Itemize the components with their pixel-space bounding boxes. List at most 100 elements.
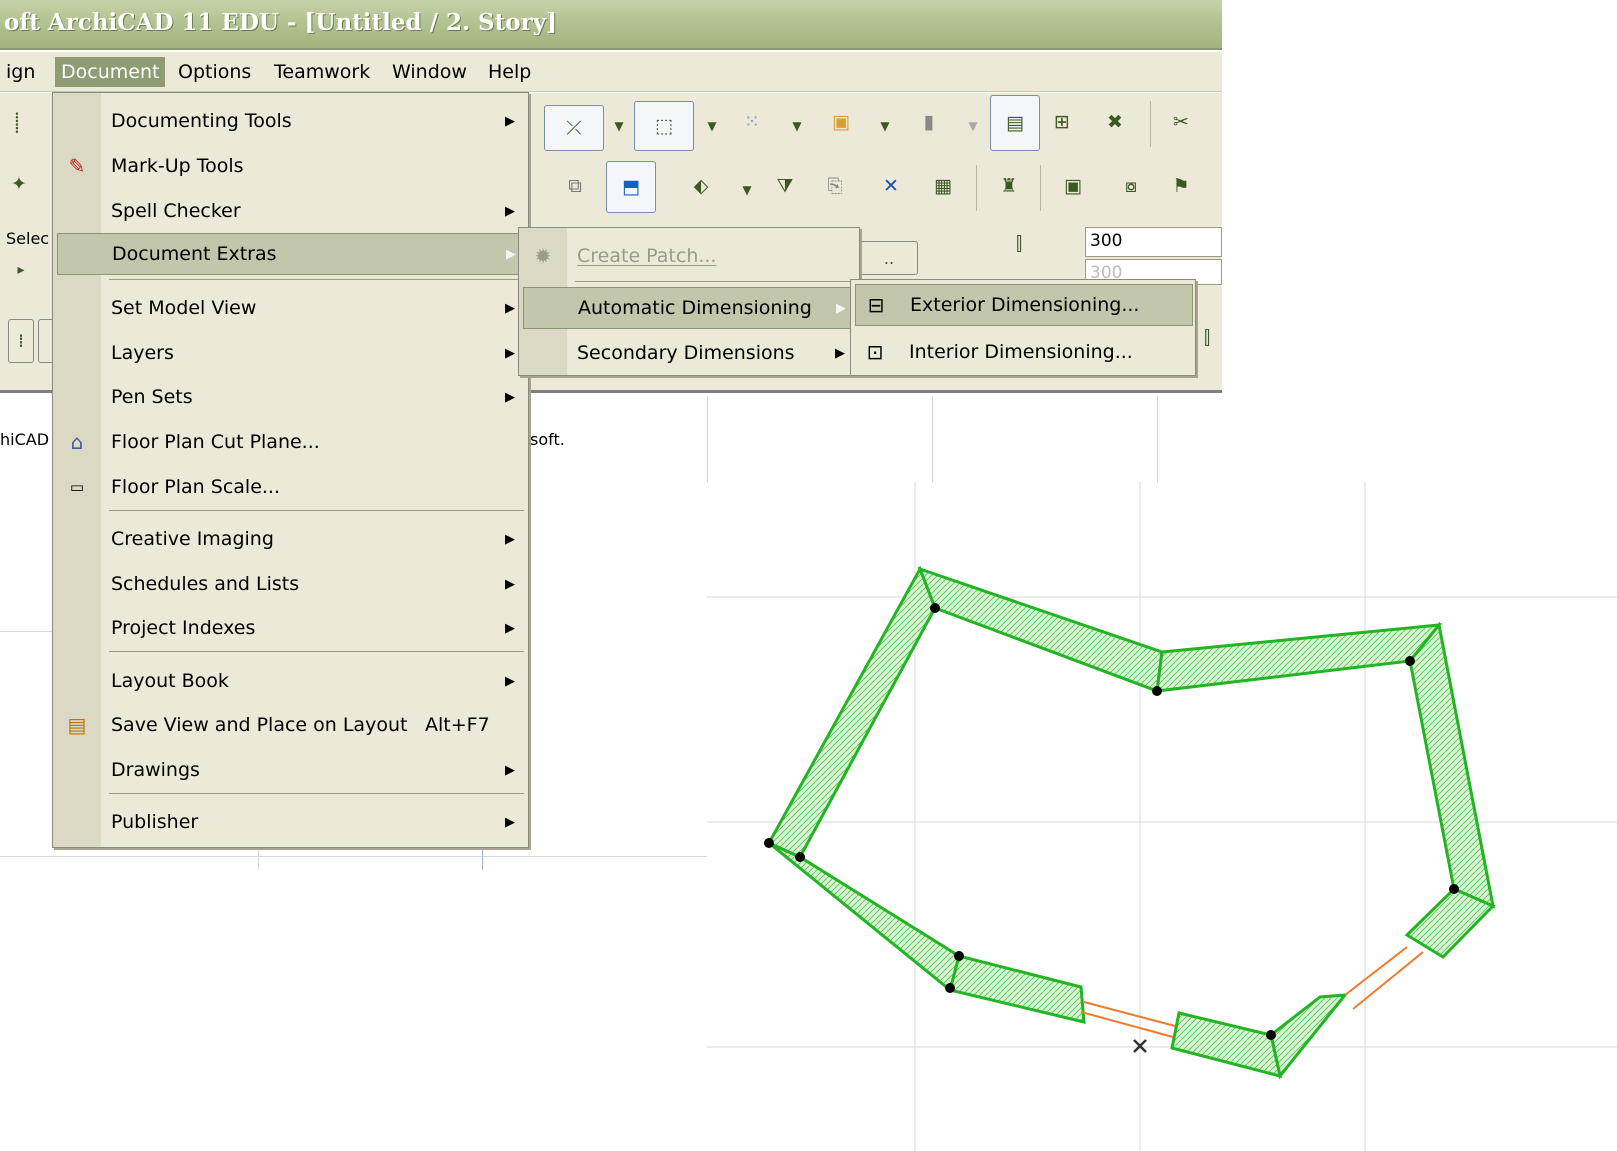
selection-icon[interactable]: ⬚: [634, 101, 694, 151]
menu-item-exterior-dimensioning[interactable]: ⊟ Exterior Dimensioning...: [855, 284, 1193, 326]
menu-item-secondary-dimensions[interactable]: Secondary Dimensions ▶: [519, 333, 859, 373]
scale-icon: ▭: [69, 478, 85, 496]
menu-item-drawings[interactable]: Drawings ▶: [53, 750, 528, 790]
submenu-arrow-icon: ▶: [505, 762, 515, 778]
brush-icon[interactable]: ♜: [994, 171, 1024, 201]
grid-line: [932, 396, 933, 486]
floor-plan-canvas[interactable]: [707, 482, 1617, 1151]
menu-item-label: Project Indexes: [111, 617, 256, 639]
photo-icon[interactable]: ⧇: [1116, 171, 1146, 201]
filter-icon[interactable]: ⧩: [770, 171, 800, 201]
hatch-icon[interactable]: ▤: [990, 95, 1040, 151]
menu-item-label: Publisher: [111, 811, 199, 833]
menu-item-project-indexes[interactable]: Project Indexes ▶: [53, 608, 528, 648]
dropdown-arrow-icon-2[interactable]: ▼: [697, 111, 727, 141]
tool-icon[interactable]: ⸽: [2, 107, 32, 137]
camera-icon[interactable]: ✦: [4, 169, 34, 199]
dropdown-arrow-icon[interactable]: ▼: [604, 111, 634, 141]
document-icon[interactable]: ⎘: [820, 171, 850, 201]
menu-item-automatic-dimensioning[interactable]: Automatic Dimensioning ▶: [523, 287, 857, 329]
submenu-arrow-icon: ▶: [836, 300, 846, 316]
menu-item-create-patch[interactable]: ✹ Create Patch...: [519, 236, 859, 276]
menu-item-creative-imaging[interactable]: Creative Imaging ▶: [53, 519, 528, 559]
toolbar-divider-3: [1040, 165, 1041, 211]
grid-dots-icon[interactable]: ⁙: [737, 107, 767, 137]
marker-icon[interactable]: ▮: [914, 107, 944, 137]
submenu-arrow-icon: ▶: [505, 576, 515, 592]
wall-segment: [917, 566, 1164, 694]
menu-item-save-view-and-place[interactable]: ▤ Save View and Place on Layout Alt+F7: [53, 705, 528, 745]
menu-item-layers[interactable]: Layers ▶: [53, 333, 528, 373]
toolbar-divider: [1150, 101, 1151, 147]
selection-arrow-icon[interactable]: ▸: [6, 255, 36, 285]
menu-document[interactable]: Document: [55, 57, 166, 87]
geometry-button[interactable]: ⁞: [8, 319, 34, 363]
menu-item-label: Layout Book: [111, 670, 229, 692]
menu-item-markup-tools[interactable]: ✎ Mark-Up Tools: [53, 146, 528, 186]
selection-label: Selec: [6, 229, 50, 248]
submenu-arrow-icon: ▶: [835, 345, 845, 361]
submenu-arrow-icon: ▶: [505, 203, 515, 219]
menu-item-label: Save View and Place on Layout: [111, 714, 408, 736]
window-title: oft ArchiCAD 11 EDU - [Untitled / 2. Sto…: [4, 9, 557, 36]
dropdown-arrow-icon-3[interactable]: ▼: [782, 111, 812, 141]
grid-line: [0, 856, 707, 857]
menu-item-label: Drawings: [111, 759, 200, 781]
menu-item-layout-book[interactable]: Layout Book ▶: [53, 661, 528, 701]
dropdown-arrow-icon-4[interactable]: ▼: [870, 111, 900, 141]
menu-bar: ign Document Options Teamwork Window Hel…: [0, 52, 1222, 92]
menu-design[interactable]: ign: [0, 57, 41, 87]
menu-item-label: Interior Dimensioning...: [909, 341, 1133, 363]
wall-height-icon: ⫿: [1015, 233, 1023, 255]
menu-item-spell-checker[interactable]: Spell Checker ▶: [53, 191, 528, 231]
menu-item-label: Spell Checker: [111, 200, 241, 222]
wall-segment: [948, 954, 1086, 1024]
menu-item-pen-sets[interactable]: Pen Sets ▶: [53, 377, 528, 417]
menu-item-publisher[interactable]: Publisher ▶: [53, 802, 528, 842]
patch-icon: ✹: [534, 244, 552, 268]
menu-item-document-extras[interactable]: Document Extras ▶: [57, 233, 526, 275]
menu-item-interior-dimensioning[interactable]: ⊡ Interior Dimensioning...: [851, 332, 1195, 372]
wall-segment: [1155, 623, 1443, 693]
automatic-dimensioning-submenu: ⊟ Exterior Dimensioning... ⊡ Interior Di…: [850, 279, 1196, 376]
menu-item-label: Floor Plan Scale...: [111, 476, 281, 498]
dropdown-arrow-icon-5[interactable]: ▼: [958, 111, 988, 141]
menu-item-floor-plan-cut-plane[interactable]: ⌂ Floor Plan Cut Plane...: [53, 422, 528, 462]
wall-segment: [1170, 1011, 1282, 1079]
save-view-icon: ▤: [67, 713, 87, 737]
settings-button[interactable]: ..: [860, 241, 918, 275]
layer-icon[interactable]: ▣: [826, 107, 856, 137]
menu-item-documenting-tools[interactable]: Documenting Tools ▶: [53, 101, 528, 141]
background-text-right: soft.: [530, 430, 565, 449]
menu-item-set-model-view[interactable]: Set Model View ▶: [53, 288, 528, 328]
wall-segment: [768, 841, 961, 993]
pen-icon: ✎: [68, 154, 86, 178]
scissors-icon[interactable]: ✂: [1166, 107, 1196, 137]
menu-options[interactable]: Options: [172, 57, 257, 87]
3d-view-icon[interactable]: ▦: [928, 171, 958, 201]
menu-item-label: Floor Plan Cut Plane...: [111, 431, 320, 453]
box-icon[interactable]: ⧉: [560, 171, 590, 201]
title-bar: oft ArchiCAD 11 EDU - [Untitled / 2. Sto…: [0, 0, 1222, 50]
menu-item-schedules-and-lists[interactable]: Schedules and Lists ▶: [53, 564, 528, 604]
close-tool-icon[interactable]: ✖: [1100, 107, 1130, 137]
submenu-arrow-icon: ▶: [505, 345, 515, 361]
menu-teamwork[interactable]: Teamwork: [268, 57, 376, 87]
fill-icon[interactable]: ⬖: [686, 171, 716, 201]
menu-window[interactable]: Window: [386, 57, 473, 87]
grid-line: [707, 396, 708, 486]
menu-item-floor-plan-scale[interactable]: ▭ Floor Plan Scale...: [53, 467, 528, 507]
walk-icon[interactable]: ⚑: [1166, 171, 1196, 201]
dropdown-arrow-icon-6[interactable]: ▼: [732, 175, 762, 205]
document-menu: Documenting Tools ▶ ✎ Mark-Up Tools Spel…: [52, 92, 529, 848]
trace-icon[interactable]: ⤫: [544, 105, 604, 151]
cross-tool-icon[interactable]: ✕: [876, 171, 906, 201]
3d-box-icon[interactable]: ⬒: [606, 161, 656, 213]
monitor-icon[interactable]: ▣: [1058, 171, 1088, 201]
ruler-icon[interactable]: ⊞: [1047, 107, 1077, 137]
submenu-arrow-icon: ▶: [505, 113, 515, 129]
submenu-arrow-icon: ▶: [505, 531, 515, 547]
height-field[interactable]: 300: [1085, 227, 1222, 257]
menu-item-label: Exterior Dimensioning...: [910, 294, 1140, 316]
menu-help[interactable]: Help: [482, 57, 537, 87]
